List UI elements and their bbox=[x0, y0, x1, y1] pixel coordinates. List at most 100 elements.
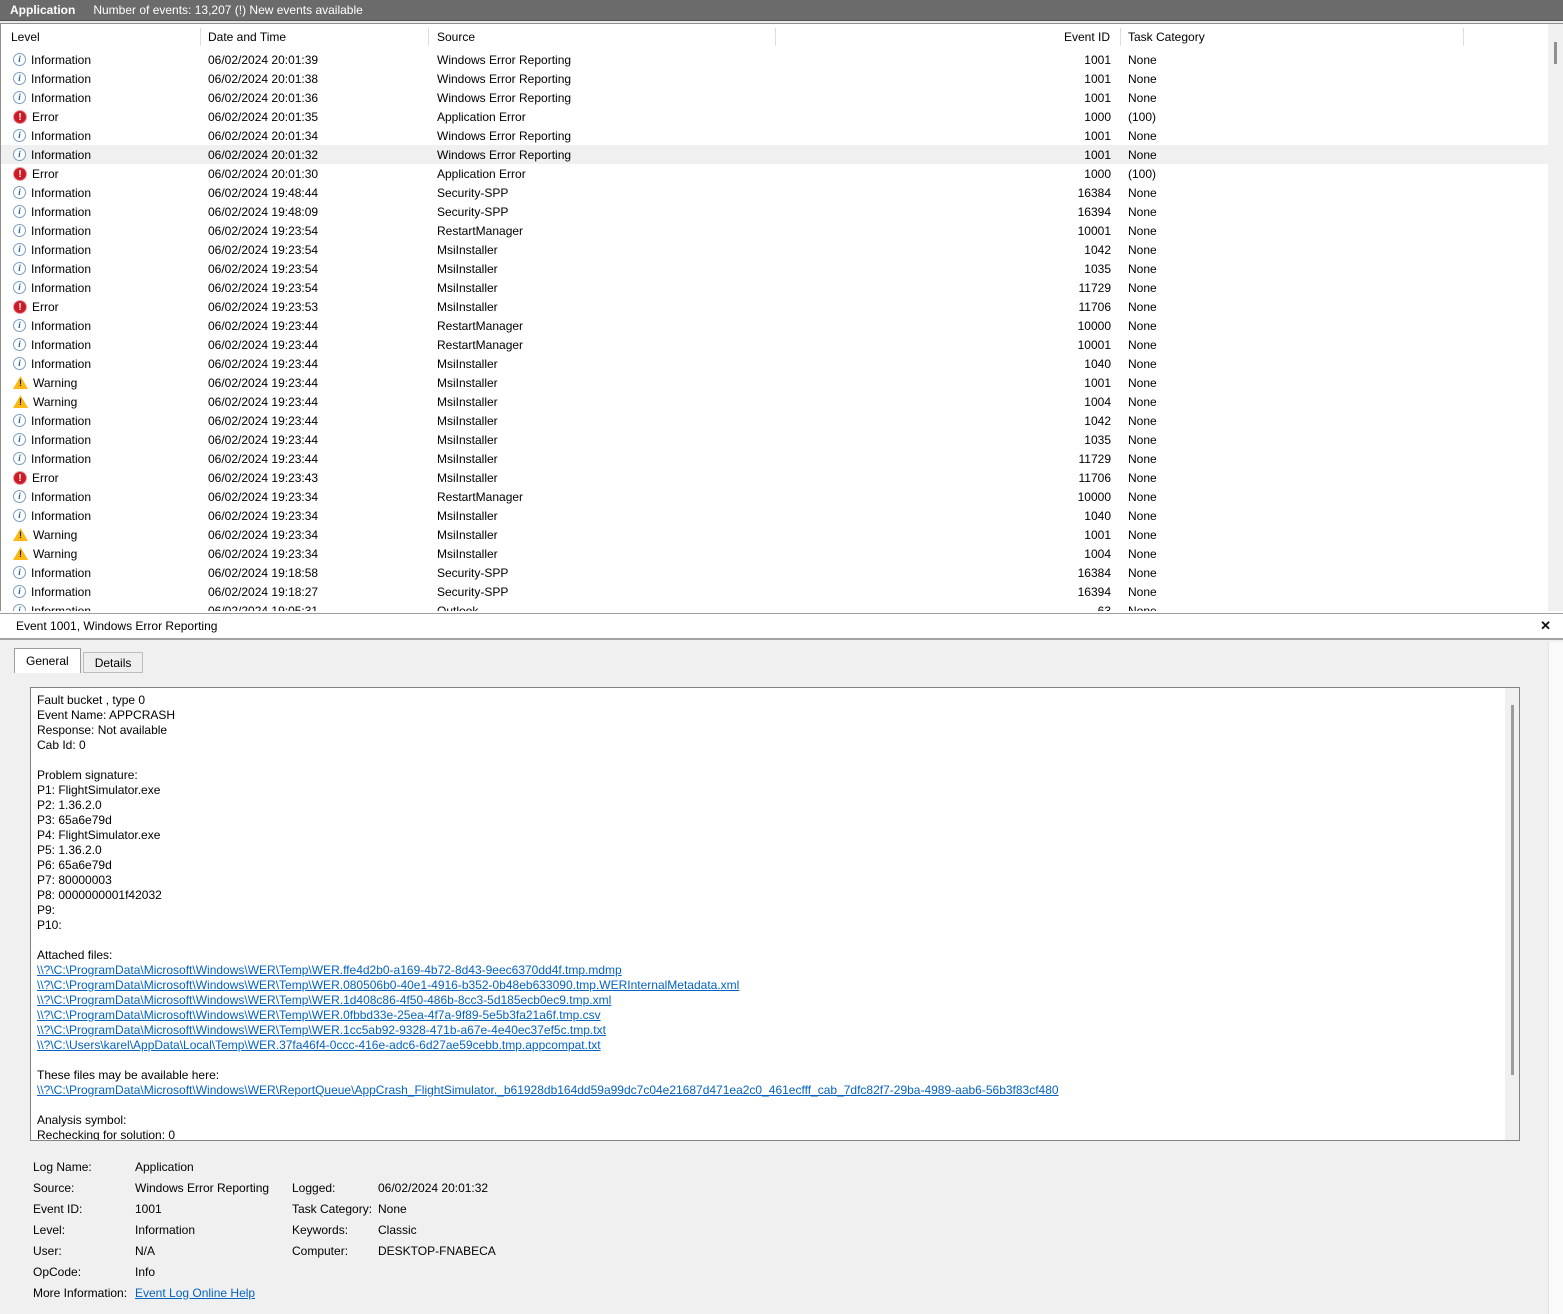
table-row[interactable]: Information06/02/2024 19:23:54MsiInstall… bbox=[1, 240, 1548, 259]
source-cell: Windows Error Reporting bbox=[429, 53, 776, 67]
datetime-cell: 06/02/2024 19:48:09 bbox=[201, 205, 429, 219]
task-category-cell: (100) bbox=[1121, 110, 1548, 124]
column-header-source[interactable]: Source bbox=[429, 28, 776, 46]
level-cell: Information bbox=[1, 224, 201, 238]
event-id-cell: 10001 bbox=[776, 338, 1121, 352]
table-row[interactable]: Warning06/02/2024 19:23:44MsiInstaller10… bbox=[1, 373, 1548, 392]
datetime-cell: 06/02/2024 19:23:34 bbox=[201, 509, 429, 523]
file-path-link[interactable]: \\?\C:\ProgramData\Microsoft\Windows\WER… bbox=[37, 963, 622, 977]
table-row[interactable]: Information06/02/2024 19:23:44RestartMan… bbox=[1, 335, 1548, 354]
table-row[interactable]: Warning06/02/2024 19:23:34MsiInstaller10… bbox=[1, 525, 1548, 544]
table-row[interactable]: Error06/02/2024 19:23:53MsiInstaller1170… bbox=[1, 297, 1548, 316]
footer-value: N/A bbox=[135, 1244, 292, 1258]
level-label: Information bbox=[31, 490, 91, 504]
table-row[interactable]: Information06/02/2024 20:01:34Windows Er… bbox=[1, 126, 1548, 145]
source-cell: Outlook bbox=[429, 604, 776, 612]
source-cell: Windows Error Reporting bbox=[429, 148, 776, 162]
table-row[interactable]: Information06/02/2024 19:48:44Security-S… bbox=[1, 183, 1548, 202]
event-id-cell: 10000 bbox=[776, 490, 1121, 504]
table-row[interactable]: Error06/02/2024 20:01:30Application Erro… bbox=[1, 164, 1548, 183]
detail-line bbox=[37, 1053, 1499, 1068]
event-log-online-help-link[interactable]: Event Log Online Help bbox=[135, 1286, 255, 1300]
table-row[interactable]: Error06/02/2024 20:01:35Application Erro… bbox=[1, 107, 1548, 126]
event-list-scrollbar[interactable] bbox=[1548, 24, 1563, 611]
task-category-cell: None bbox=[1121, 566, 1548, 580]
level-cell: Information bbox=[1, 91, 201, 105]
footer-value: Info bbox=[135, 1265, 292, 1279]
detail-scrollbar[interactable] bbox=[1505, 688, 1519, 1140]
panel-right-scroll-track[interactable] bbox=[1548, 642, 1563, 1314]
event-id-cell: 63 bbox=[776, 604, 1121, 612]
level-label: Information bbox=[31, 281, 91, 295]
source-cell: Security-SPP bbox=[429, 205, 776, 219]
task-category-cell: None bbox=[1121, 376, 1548, 390]
level-cell: Error bbox=[1, 471, 201, 485]
table-row[interactable]: Error06/02/2024 19:23:43MsiInstaller1170… bbox=[1, 468, 1548, 487]
level-cell: Information bbox=[1, 53, 201, 67]
table-row[interactable]: Information06/02/2024 19:23:44MsiInstall… bbox=[1, 430, 1548, 449]
file-path-link[interactable]: \\?\C:\ProgramData\Microsoft\Windows\WER… bbox=[37, 1083, 1059, 1097]
table-row[interactable]: Information06/02/2024 19:23:34RestartMan… bbox=[1, 487, 1548, 506]
table-row[interactable]: Information06/02/2024 19:05:31Outlook63N… bbox=[1, 601, 1548, 611]
table-row[interactable]: Information06/02/2024 19:23:44MsiInstall… bbox=[1, 411, 1548, 430]
source-cell: Security-SPP bbox=[429, 186, 776, 200]
task-category-cell: None bbox=[1121, 281, 1548, 295]
log-name-title: Application bbox=[10, 3, 75, 17]
table-row[interactable]: Warning06/02/2024 19:23:34MsiInstaller10… bbox=[1, 544, 1548, 563]
table-row[interactable]: Information06/02/2024 19:23:44MsiInstall… bbox=[1, 354, 1548, 373]
detail-line: P6: 65a6e79d bbox=[37, 858, 1499, 873]
table-row[interactable]: Warning06/02/2024 19:23:44MsiInstaller10… bbox=[1, 392, 1548, 411]
detail-line: P4: FlightSimulator.exe bbox=[37, 828, 1499, 843]
task-category-cell: None bbox=[1121, 91, 1548, 105]
detail-line: \\?\C:\ProgramData\Microsoft\Windows\WER… bbox=[37, 1083, 1499, 1098]
table-row[interactable]: Information06/02/2024 19:18:58Security-S… bbox=[1, 563, 1548, 582]
table-row[interactable]: Information06/02/2024 19:23:54MsiInstall… bbox=[1, 259, 1548, 278]
scrollbar-thumb[interactable] bbox=[1554, 42, 1557, 64]
source-cell: Security-SPP bbox=[429, 585, 776, 599]
detail-line bbox=[37, 753, 1499, 768]
footer-row: Event ID:1001Task Category:None bbox=[33, 1198, 1133, 1219]
level-label: Warning bbox=[33, 376, 77, 390]
table-row[interactable]: Information06/02/2024 20:01:38Windows Er… bbox=[1, 69, 1548, 88]
level-label: Information bbox=[31, 205, 91, 219]
level-label: Information bbox=[31, 452, 91, 466]
file-path-link[interactable]: \\?\C:\Users\karel\AppData\Local\Temp\WE… bbox=[37, 1038, 601, 1052]
footer-label: Source: bbox=[33, 1181, 135, 1195]
table-row[interactable]: Information06/02/2024 19:23:54RestartMan… bbox=[1, 221, 1548, 240]
source-cell: MsiInstaller bbox=[429, 357, 776, 371]
file-path-link[interactable]: \\?\C:\ProgramData\Microsoft\Windows\WER… bbox=[37, 978, 739, 992]
column-header-date-time[interactable]: Date and Time bbox=[201, 28, 429, 46]
information-icon bbox=[13, 490, 26, 503]
level-cell: Information bbox=[1, 452, 201, 466]
source-cell: MsiInstaller bbox=[429, 414, 776, 428]
table-row[interactable]: Information06/02/2024 19:23:44RestartMan… bbox=[1, 316, 1548, 335]
table-row[interactable]: Information06/02/2024 20:01:39Windows Er… bbox=[1, 50, 1548, 69]
column-header-level[interactable]: Level bbox=[1, 28, 201, 46]
detail-line: \\?\C:\ProgramData\Microsoft\Windows\WER… bbox=[37, 1008, 1499, 1023]
table-row[interactable]: Information06/02/2024 19:23:34MsiInstall… bbox=[1, 506, 1548, 525]
column-header-task-category[interactable]: Task Category bbox=[1121, 28, 1464, 46]
tab-details[interactable]: Details bbox=[83, 652, 144, 673]
close-icon[interactable]: ✕ bbox=[1540, 618, 1551, 634]
information-icon bbox=[13, 224, 26, 237]
scrollbar-thumb[interactable] bbox=[1511, 705, 1514, 1075]
file-path-link[interactable]: \\?\C:\ProgramData\Microsoft\Windows\WER… bbox=[37, 1008, 601, 1022]
task-category-cell: None bbox=[1121, 319, 1548, 333]
level-label: Information bbox=[31, 357, 91, 371]
footer-value: DESKTOP-FNABECA bbox=[378, 1244, 1133, 1258]
tab-general[interactable]: General bbox=[14, 648, 81, 673]
event-id-cell: 11706 bbox=[776, 300, 1121, 314]
event-id-cell: 1035 bbox=[776, 433, 1121, 447]
source-cell: RestartManager bbox=[429, 319, 776, 333]
table-row[interactable]: Information06/02/2024 19:23:44MsiInstall… bbox=[1, 449, 1548, 468]
column-header-event-id[interactable]: Event ID bbox=[776, 28, 1121, 46]
table-row[interactable]: Information06/02/2024 20:01:32Windows Er… bbox=[1, 145, 1548, 164]
level-label: Warning bbox=[33, 395, 77, 409]
file-path-link[interactable]: \\?\C:\ProgramData\Microsoft\Windows\WER… bbox=[37, 1023, 606, 1037]
file-path-link[interactable]: \\?\C:\ProgramData\Microsoft\Windows\WER… bbox=[37, 993, 611, 1007]
table-row[interactable]: Information06/02/2024 19:18:27Security-S… bbox=[1, 582, 1548, 601]
table-row[interactable]: Information 06/02/2024 19:48:09Security-S… bbox=[1, 202, 1548, 221]
task-category-cell: None bbox=[1121, 395, 1548, 409]
table-row[interactable]: Information06/02/2024 19:23:54MsiInstall… bbox=[1, 278, 1548, 297]
table-row[interactable]: Information06/02/2024 20:01:36Windows Er… bbox=[1, 88, 1548, 107]
